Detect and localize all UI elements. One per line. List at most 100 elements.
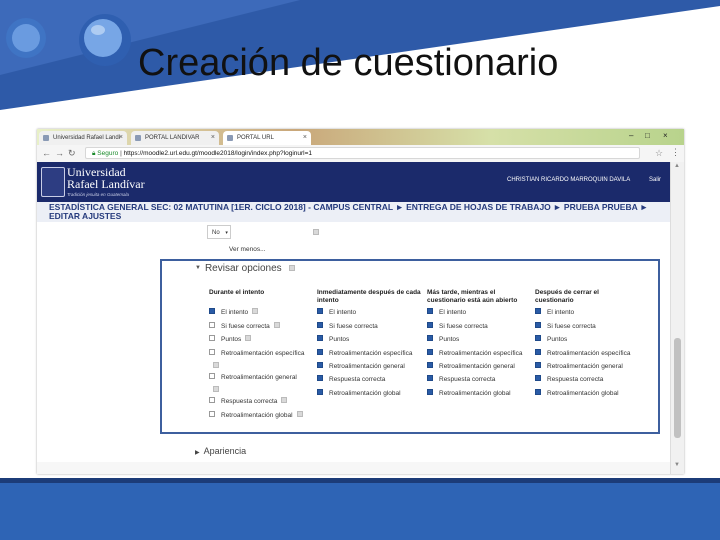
reload-icon[interactable]: ↻ [68,148,76,159]
section-header-review[interactable]: ▼ Revisar opciones [195,263,296,274]
checkbox[interactable] [427,375,433,382]
review-option[interactable]: Si fuese correcta [535,322,596,331]
checkbox[interactable] [535,335,541,342]
review-option[interactable]: Puntos [427,335,459,344]
minimize-icon[interactable]: – [629,131,633,140]
help-icon[interactable] [245,335,252,342]
breadcrumb[interactable]: ESTADÍSTICA GENERAL SEC: 02 MATUTINA [1E… [37,202,670,222]
checkbox[interactable] [535,349,541,356]
close-window-icon[interactable]: × [663,131,668,140]
review-option[interactable]: Retroalimentación global [317,389,401,398]
browser-menu-icon[interactable]: ⋮ [671,147,680,158]
forward-icon[interactable]: → [55,148,64,158]
review-option[interactable]: Retroalimentación global [427,389,511,398]
review-option[interactable]: Si fuese correcta [427,322,488,331]
help-icon[interactable] [252,308,259,315]
close-tab-icon[interactable]: × [303,131,307,145]
review-option[interactable]: Respuesta correcta [535,375,603,384]
help-icon[interactable] [289,265,296,271]
favicon-icon [135,135,141,141]
checkbox[interactable] [317,389,323,396]
help-icon[interactable] [273,322,280,329]
address-bar: ← → ↻ 🔒︎ Seguro | https://moodle2.url.ed… [37,145,684,163]
user-menu[interactable]: CHRISTIAN RICARDO MARROQUIN DAVILA [507,177,630,183]
checkbox[interactable] [535,322,541,329]
scrollbar[interactable]: ▲ ▼ [670,162,684,474]
scroll-down-icon[interactable]: ▼ [674,462,680,468]
review-option[interactable]: Retroalimentación específica [427,349,522,358]
help-icon[interactable] [213,362,219,368]
review-option[interactable]: Retroalimentación específica [535,349,630,358]
maximize-icon[interactable]: □ [645,131,650,140]
checkbox[interactable] [535,375,541,382]
review-option[interactable]: El intento [317,308,357,317]
browser-tab[interactable]: PORTAL LANDIVAR × [131,131,219,145]
checkbox[interactable] [209,411,215,418]
review-option[interactable]: Respuesta correcta [209,397,288,406]
checkbox[interactable] [427,362,433,369]
checkbox[interactable] [427,389,433,396]
close-tab-icon[interactable]: × [211,131,215,145]
help-icon[interactable] [213,386,219,392]
review-option[interactable]: El intento [427,308,466,317]
section-header-appearance[interactable]: ▶ Apariencia [195,446,246,456]
checkbox[interactable] [317,375,323,382]
review-option[interactable]: Retroalimentación general [317,362,405,371]
bookmark-star-icon[interactable]: ☆ [655,148,663,159]
checkbox[interactable] [209,373,215,380]
checkbox[interactable] [317,308,323,315]
expand-triangle-icon: ▼ [195,265,201,272]
back-icon[interactable]: ← [42,148,51,158]
help-icon[interactable] [281,397,288,404]
scroll-thumb[interactable] [674,338,681,438]
checkbox[interactable] [535,389,541,396]
review-option[interactable]: Retroalimentación general [535,362,623,371]
collapsed-section-title: Apariencia [203,446,247,456]
review-option[interactable]: Si fuese correcta [317,322,378,331]
review-option[interactable]: Puntos [209,335,252,344]
checkbox[interactable] [209,397,215,404]
checkbox[interactable] [427,322,433,329]
checkbox[interactable] [317,349,323,356]
secure-label: Seguro [97,150,119,157]
help-icon[interactable] [296,411,303,418]
option-label: Respuesta correcta [329,376,386,383]
review-option[interactable]: Si fuese correcta [209,322,280,331]
logo-line2[interactable]: Rafael Landívar [67,178,145,190]
review-option[interactable]: Respuesta correcta [427,375,495,384]
checkbox[interactable] [317,362,323,369]
checkbox[interactable] [427,349,433,356]
review-options-highlight [160,259,660,434]
review-option[interactable]: Retroalimentación específica [317,349,412,358]
review-option[interactable]: Retroalimentación general [427,362,515,371]
checkbox[interactable] [209,308,215,315]
url-field[interactable]: 🔒︎ Seguro | https://moodle2.url.edu.gt/m… [85,147,640,159]
checkbox[interactable] [317,322,323,329]
close-tab-icon[interactable]: × [119,131,123,145]
review-option[interactable]: Puntos [317,335,349,344]
review-option[interactable]: Retroalimentación global [535,389,619,398]
checkbox[interactable] [209,349,215,356]
checkbox[interactable] [427,335,433,342]
checkbox[interactable] [209,335,215,342]
checkbox[interactable] [209,322,215,329]
checkbox[interactable] [317,335,323,342]
scroll-up-icon[interactable]: ▲ [674,163,680,169]
checkbox[interactable] [535,308,541,315]
help-icon[interactable] [313,229,319,235]
review-option[interactable]: Puntos [535,335,567,344]
checkbox[interactable] [427,308,433,315]
browser-tab[interactable]: Universidad Rafael Landi × [39,131,127,145]
review-option[interactable]: Retroalimentación global [209,411,303,420]
review-option[interactable]: El intento [209,308,259,317]
checkbox[interactable] [535,362,541,369]
review-option[interactable]: El intento [535,308,574,317]
setting-select[interactable]: No ▾ [207,225,231,239]
logout-link[interactable]: Salir [649,177,661,183]
option-label: El intento [329,309,357,316]
review-option[interactable]: Retroalimentación específica [209,349,304,358]
review-option[interactable]: Retroalimentación general [209,373,297,382]
browser-tab-active[interactable]: PORTAL URL × [223,131,311,145]
show-less-link[interactable]: Ver menos... [229,246,266,253]
review-option[interactable]: Respuesta correcta [317,375,386,384]
